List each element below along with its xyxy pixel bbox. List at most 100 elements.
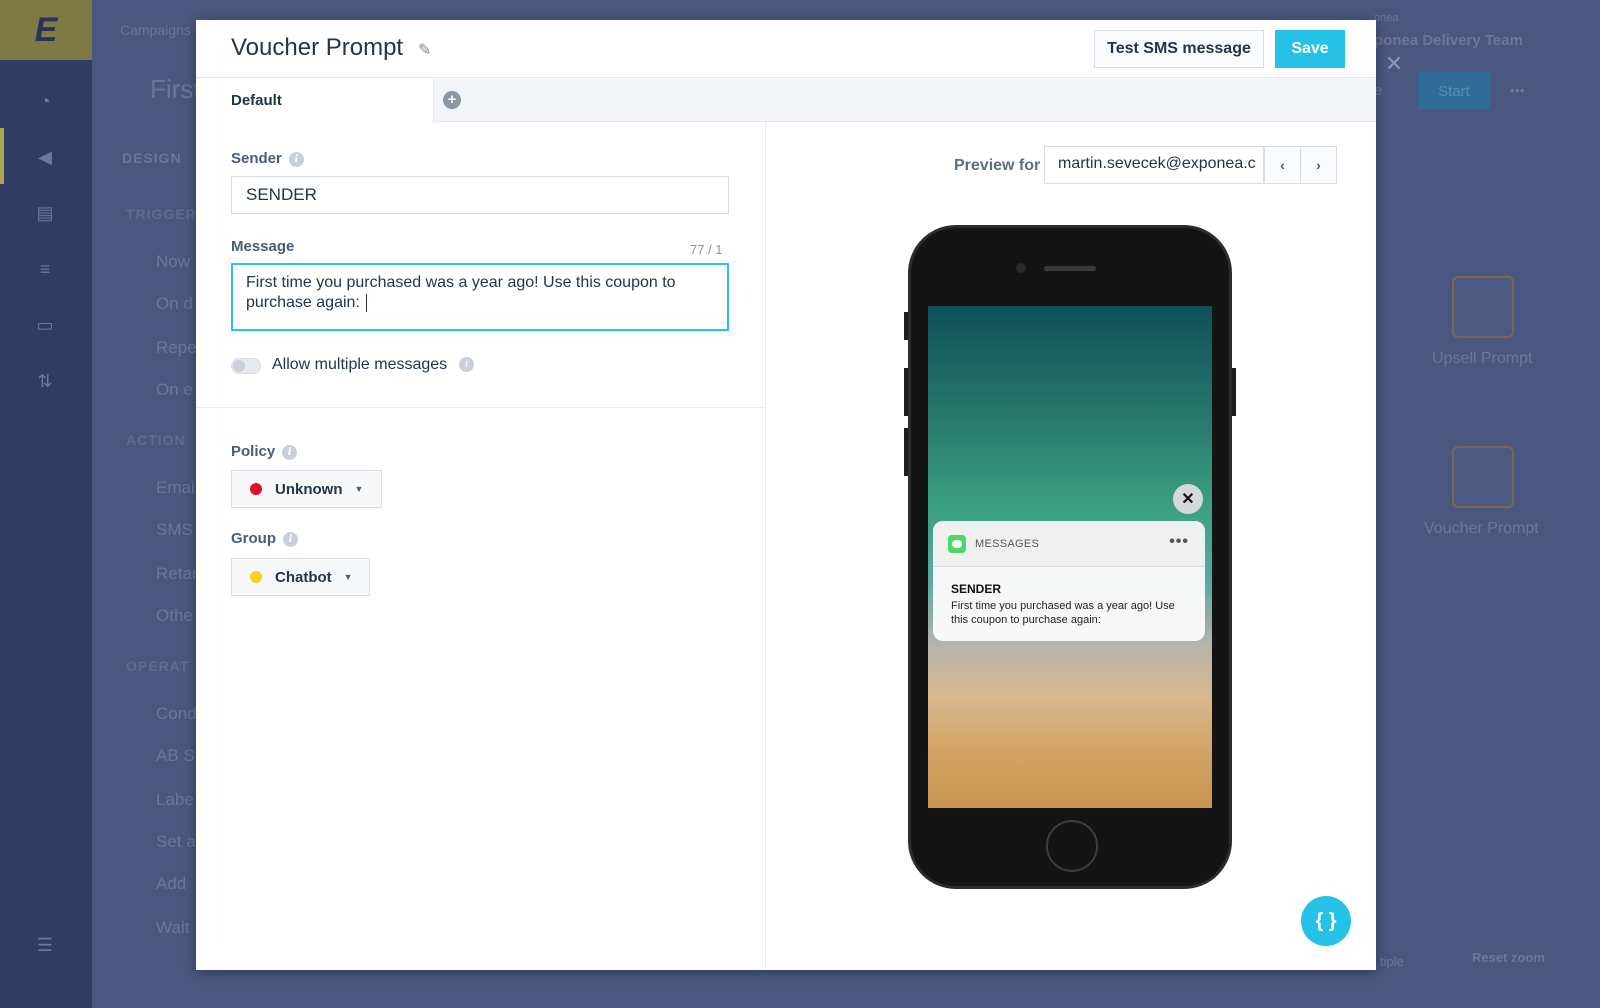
reset-zoom-button[interactable]: Reset zoom xyxy=(1472,950,1545,965)
messages-bubble xyxy=(952,539,962,548)
info-icon[interactable]: i xyxy=(459,357,475,373)
item-repeat[interactable]: Repe xyxy=(156,338,197,358)
preview-for-label: Preview for xyxy=(954,157,1041,174)
sender-label-text: Sender xyxy=(231,150,282,167)
phone-volume-down xyxy=(904,428,908,476)
notification-sender: SENDER xyxy=(951,582,1002,596)
settings-icon[interactable]: ⇅ xyxy=(30,366,60,396)
page-title: First xyxy=(150,74,201,104)
group-value: Chatbot xyxy=(275,568,332,586)
dashboard-icon[interactable]: ◔ xyxy=(30,86,60,116)
item-wait[interactable]: Wait xyxy=(156,918,189,938)
node-upsell-prompt[interactable] xyxy=(1452,276,1514,338)
phone-screen: ✕ MESSAGES ••• SENDER First time you pur… xyxy=(928,306,1212,808)
test-sms-button[interactable]: Test SMS message xyxy=(1094,30,1264,68)
node-voucher-label: Voucher Prompt xyxy=(1424,520,1539,537)
item-condition[interactable]: Cond xyxy=(156,704,197,724)
policy-dropdown[interactable]: Unknown ▼ xyxy=(231,470,382,508)
node-voucher-prompt[interactable] xyxy=(1452,446,1514,508)
notification-text: First time you purchased was a year ago!… xyxy=(951,600,1175,626)
policy-label: Policy i xyxy=(231,443,298,460)
group-dropdown[interactable]: Chatbot ▼ xyxy=(231,558,370,596)
allow-multiple-toggle[interactable] xyxy=(231,358,261,374)
section-action: ACTION xyxy=(126,432,186,448)
info-icon[interactable]: i xyxy=(283,531,298,547)
start-button[interactable]: Start xyxy=(1418,72,1490,110)
section-operator: OPERAT xyxy=(126,658,190,674)
sender-label: Sender i xyxy=(231,150,304,167)
assets-icon[interactable]: ▭ xyxy=(30,310,60,340)
code-braces-icon[interactable]: { } xyxy=(1301,896,1351,946)
multiple-label: tiple xyxy=(1380,954,1404,969)
voucher-prompt-modal: Voucher Prompt ✎ Test SMS message Save D… xyxy=(196,20,1376,970)
info-icon[interactable]: i xyxy=(288,151,304,167)
message-label: Message xyxy=(231,238,295,255)
notification-more-icon: ••• xyxy=(1169,533,1189,550)
chevron-right-icon[interactable]: › xyxy=(1300,146,1337,184)
save-button[interactable]: Save xyxy=(1275,30,1345,68)
policy-label-text: Policy xyxy=(231,443,276,460)
item-email[interactable]: Emai xyxy=(156,478,195,498)
more-menu-icon[interactable]: ••• xyxy=(1510,82,1525,98)
toggle-knob xyxy=(233,360,245,372)
item-on-event[interactable]: On e xyxy=(156,380,193,400)
collapse-icon[interactable]: ☰ xyxy=(30,930,60,960)
app-logo[interactable]: E xyxy=(0,0,92,60)
phone-home-button xyxy=(1046,820,1098,872)
preview-recipient-input[interactable]: martin.sevecek@exponea.c xyxy=(1044,146,1264,184)
settings-panel: Sender i SENDER Message 77 / 1 First time… xyxy=(196,122,766,970)
policy-value: Unknown xyxy=(275,480,343,498)
phone-speaker xyxy=(1044,266,1096,271)
sender-input[interactable]: SENDER xyxy=(231,176,729,214)
notification-app-name: MESSAGES xyxy=(975,537,1040,550)
item-now[interactable]: Now xyxy=(156,252,190,272)
analytics-icon[interactable]: ▤ xyxy=(30,198,60,228)
group-label: Group i xyxy=(231,530,298,547)
pencil-icon[interactable]: ✎ xyxy=(418,40,431,60)
section-divider xyxy=(196,407,766,408)
group-status-dot xyxy=(250,571,262,583)
node-upsell-label: Upsell Prompt xyxy=(1432,350,1533,367)
notification-body: SENDER First time you purchased was a ye… xyxy=(933,567,1205,627)
section-trigger: TRIGGER xyxy=(126,206,197,222)
breadcrumb[interactable]: Campaigns xyxy=(120,22,191,38)
item-ab-split[interactable]: AB S xyxy=(156,746,195,766)
allow-multiple-label: Allow multiple messages i xyxy=(272,356,475,374)
notification-header: MESSAGES ••• xyxy=(933,521,1205,567)
message-textarea[interactable]: First time you purchased was a year ago!… xyxy=(231,263,729,331)
close-icon[interactable]: ✕ xyxy=(1173,484,1203,514)
tab-design[interactable]: DESIGN xyxy=(122,150,182,166)
phone-volume-up xyxy=(904,368,908,416)
plus-circle-icon[interactable]: + xyxy=(443,91,461,109)
message-text: First time you purchased was a year ago!… xyxy=(246,274,676,311)
char-count: 77 / 1 xyxy=(690,242,723,257)
info-icon[interactable]: i xyxy=(282,444,298,460)
text-caret xyxy=(366,293,368,312)
sms-notification: MESSAGES ••• SENDER First time you purch… xyxy=(933,521,1205,641)
item-other[interactable]: Othe xyxy=(156,606,193,626)
chevron-down-icon: ▼ xyxy=(354,484,364,494)
phone-mute-switch xyxy=(904,312,908,340)
item-retarget[interactable]: Retar xyxy=(156,564,198,584)
data-icon[interactable]: ≡ xyxy=(30,254,60,284)
variant-tabs: Default + xyxy=(196,78,1376,122)
modal-close-icon[interactable]: ✕ xyxy=(1378,48,1410,80)
group-label-text: Group xyxy=(231,530,276,547)
item-on-date[interactable]: On d xyxy=(156,294,193,314)
chevron-down-icon: ▼ xyxy=(343,572,353,582)
messages-app-icon xyxy=(948,534,966,553)
item-set-attribute[interactable]: Set a xyxy=(156,832,196,852)
phone-mockup: ✕ MESSAGES ••• SENDER First time you pur… xyxy=(904,225,1236,889)
item-sms[interactable]: SMS xyxy=(156,520,193,540)
phone-power-button xyxy=(1232,368,1236,416)
chevron-left-icon[interactable]: ‹ xyxy=(1264,146,1301,184)
tab-default[interactable]: Default xyxy=(196,78,434,122)
team-switcher[interactable]: ponea Delivery Team xyxy=(1374,32,1523,49)
allow-multiple-text: Allow multiple messages xyxy=(272,356,448,373)
app-sidebar: E ◔ ◀ ▤ ≡ ▭ ⇅ ☰ xyxy=(0,0,92,1008)
item-add[interactable]: Add xyxy=(156,874,186,894)
item-label[interactable]: Labe xyxy=(156,790,194,810)
phone-camera xyxy=(1016,263,1026,273)
campaigns-icon[interactable]: ◀ xyxy=(30,142,60,172)
team-label: onea xyxy=(1374,12,1399,24)
